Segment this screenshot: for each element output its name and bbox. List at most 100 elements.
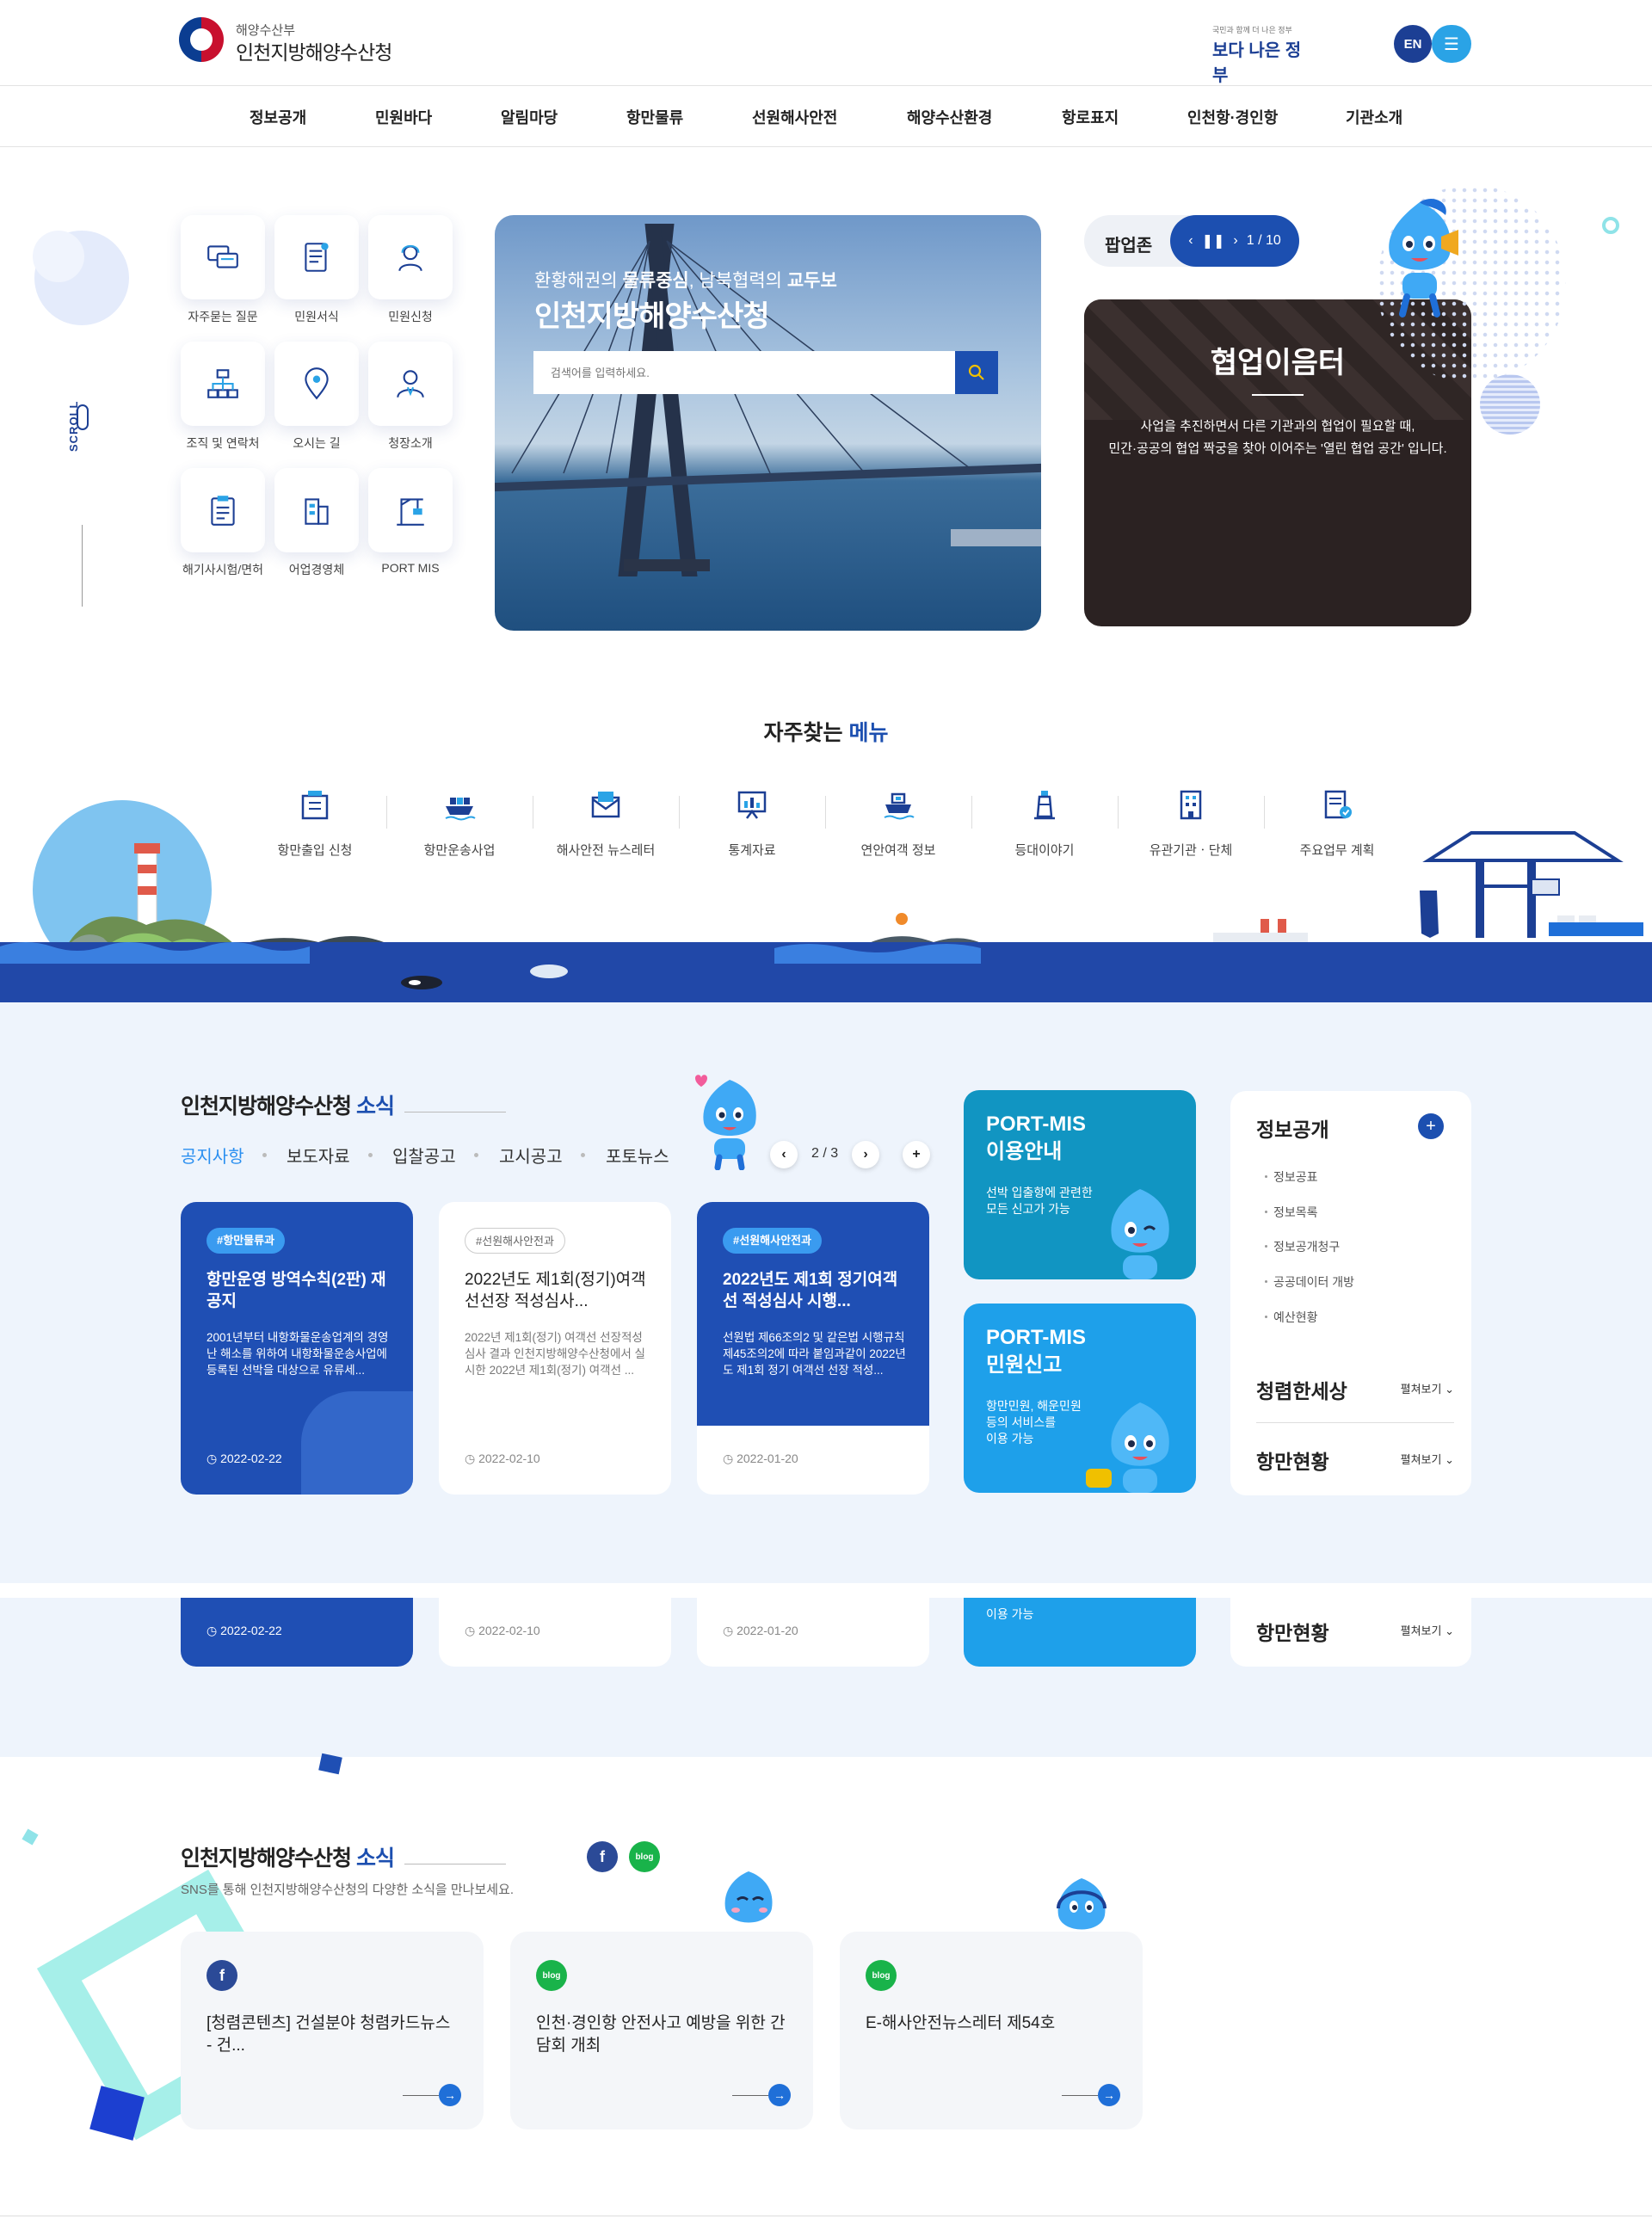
tab-separator xyxy=(474,1153,478,1157)
news-card-tag: #선원해사안전과 xyxy=(723,1228,822,1254)
arrow-right-icon[interactable]: → xyxy=(1098,2084,1120,2106)
quick-label-exam-license: 해기사시험/면허 xyxy=(182,563,264,576)
hamburger-menu-icon[interactable]: ☰ xyxy=(1432,25,1471,63)
news-more-plus-button[interactable]: + xyxy=(903,1141,930,1168)
news-card-date: ◷ 2022-02-10 xyxy=(465,1624,540,1637)
chart-board-icon xyxy=(737,791,767,819)
freq-item-lighthouse-story[interactable]: 등대이야기 xyxy=(971,787,1118,859)
frequent-menu-title: 자주찾는 메뉴 xyxy=(763,721,889,745)
blog-icon: blog xyxy=(536,1960,567,1991)
blog-icon[interactable]: blog xyxy=(629,1841,660,1872)
news-card-tag: #선원해사안전과 xyxy=(465,1228,565,1254)
tab-photo-news[interactable]: 포토뉴스 xyxy=(606,1143,669,1168)
mascot-heart-character xyxy=(695,1075,756,1170)
news-next-button[interactable]: › xyxy=(852,1141,879,1168)
arrow-line xyxy=(403,2095,439,2096)
sea-waves xyxy=(0,942,981,964)
quick-item-fishery[interactable] xyxy=(274,468,359,552)
decor-square xyxy=(318,1753,342,1775)
news-card-title: 2022년도 제1회(정기)여객선선장 적성심사... xyxy=(465,1271,646,1310)
info-row-expand[interactable]: 펼쳐보기 ⌄ xyxy=(1401,1451,1454,1467)
popup-prev-button[interactable]: ‹ xyxy=(1188,233,1193,249)
tab-announcement[interactable]: 고시공고 xyxy=(499,1143,563,1168)
info-card-title[interactable]: 정보공개 xyxy=(1256,1113,1329,1143)
tab-press[interactable]: 보도자료 xyxy=(287,1143,350,1168)
bridge-base xyxy=(624,559,710,571)
nav-item-info-disclosure[interactable]: 정보공개 xyxy=(250,106,306,128)
mail-icon xyxy=(591,792,620,818)
port-mis-guide-card[interactable]: PORT-MIS 이용안내 선박 입출항에 관련한 모든 신고가 가능 xyxy=(964,1090,1196,1279)
search-input[interactable] xyxy=(533,351,955,394)
quick-item-commissioner[interactable] xyxy=(368,342,453,426)
nav-item-about[interactable]: 기관소개 xyxy=(1346,106,1402,128)
freq-item-ferry-info[interactable]: 연안여객 정보 xyxy=(825,787,971,859)
nav-item-maritime-safety[interactable]: 선원해사안전 xyxy=(752,106,837,128)
nav-item-marine-environment[interactable]: 해양수산환경 xyxy=(907,106,992,128)
arrow-right-icon[interactable]: → xyxy=(768,2084,791,2106)
orca-illustration xyxy=(401,976,442,989)
freq-item-work-plan[interactable]: 주요업무 계획 xyxy=(1264,787,1410,859)
news-card-2[interactable]: #선원해사안전과 2022년도 제1회(정기)여객선선장 적성심사... 202… xyxy=(439,1202,671,1495)
popup-pause-button[interactable]: ❚❚ xyxy=(1202,232,1225,250)
main-navigation: 정보공개 민원바다 알림마당 항만물류 선원해사안전 해양수산환경 항로표지 인… xyxy=(0,87,1652,147)
nav-item-aids-to-navigation[interactable]: 항로표지 xyxy=(1062,106,1119,128)
quick-item-port-mis[interactable] xyxy=(368,468,453,552)
arrow-right-icon[interactable]: → xyxy=(439,2084,461,2106)
mascot-phone-character xyxy=(1086,1402,1169,1493)
info-disclosure-card: 정보공개 + 정보공표 정보목록 정보공개청구 공공데이터 개방 예산현황 청렴… xyxy=(1230,1091,1471,1495)
tab-separator xyxy=(368,1153,373,1157)
port-card-desc: 항만민원, 해운민원 등의 서비스를 이용 가능 xyxy=(986,1399,1082,1445)
popup-next-button[interactable]: › xyxy=(1233,233,1237,249)
government-emblem-logo[interactable] xyxy=(179,17,224,62)
info-link-budget[interactable]: 예산현황 xyxy=(1265,1309,1318,1326)
mascot-watermark xyxy=(301,1391,413,1495)
news-card-3[interactable]: #선원해사안전과 2022년도 제1회 정기여객선 적성심사 시행... 선원법… xyxy=(697,1202,929,1495)
info-link-list[interactable]: 정보목록 xyxy=(1265,1204,1318,1221)
info-row-expand[interactable]: 펼쳐보기 ⌄ xyxy=(1401,1380,1454,1396)
document-icon xyxy=(305,243,329,272)
tab-bid[interactable]: 입찰공고 xyxy=(392,1143,456,1168)
search-button[interactable] xyxy=(955,351,998,394)
freq-item-port-transport[interactable]: 항만운송사업 xyxy=(386,787,533,859)
quick-label-civil-apply: 민원신청 xyxy=(388,310,433,324)
quick-item-faq[interactable] xyxy=(181,215,265,299)
info-link-request[interactable]: 정보공개청구 xyxy=(1264,1238,1340,1255)
info-link-public-data[interactable]: 공공데이터 개방 xyxy=(1264,1273,1354,1291)
quick-item-organization[interactable] xyxy=(181,342,265,426)
clock-icon: ◷ xyxy=(723,1451,734,1465)
freq-item-statistics[interactable]: 통계자료 xyxy=(679,787,825,859)
nav-item-notices[interactable]: 알림마당 xyxy=(501,106,558,128)
news-section-title: 인천지방해양수산청 소식 xyxy=(181,1094,395,1119)
news-prev-button[interactable]: ‹ xyxy=(770,1141,798,1168)
clock-icon: ◷ xyxy=(206,1624,218,1637)
freq-item-related-agencies[interactable]: 유관기관ㆍ단체 xyxy=(1118,787,1264,859)
sns-card-3[interactable]: blog E-해사안전뉴스레터 제54호 → xyxy=(840,1932,1143,2129)
facebook-icon[interactable]: f xyxy=(587,1841,618,1872)
news-card-date: ◷ 2022-02-10 xyxy=(465,1451,540,1465)
english-language-button[interactable]: EN xyxy=(1394,25,1432,63)
news-card-1[interactable]: #항만물류과 항만운영 방역수칙(2판) 재공지 2001년부터 내항화물운송업… xyxy=(181,1202,413,1495)
freq-label-port-transport: 항만운송사업 xyxy=(423,843,496,858)
map-pin-icon xyxy=(305,367,329,400)
office-building-icon xyxy=(1180,790,1202,820)
port-mis-civil-card[interactable]: PORT-MIS 민원신고 항만민원, 해운민원 등의 서비스를 이용 가능 xyxy=(964,1304,1196,1493)
quick-item-forms[interactable] xyxy=(274,215,359,299)
city-skyline xyxy=(951,529,1041,546)
freq-item-port-access[interactable]: 항만출입 신청 xyxy=(242,787,388,859)
nav-item-port-logistics[interactable]: 항만물류 xyxy=(626,106,683,128)
freq-label-lighthouse-story: 등대이야기 xyxy=(1014,843,1075,858)
info-plus-button[interactable]: + xyxy=(1418,1113,1444,1139)
quick-item-civil-apply[interactable] xyxy=(368,215,453,299)
sns-card-2[interactable]: blog 인천·경인항 안전사고 예방을 위한 간담회 개최 → xyxy=(510,1932,813,2129)
quick-item-directions[interactable] xyxy=(274,342,359,426)
building-icon xyxy=(305,498,329,525)
nav-item-civil-service[interactable]: 민원바다 xyxy=(375,106,432,128)
logo-org-name[interactable]: 인천지방해양수산청 xyxy=(236,36,392,65)
info-link-publication[interactable]: 정보공표 xyxy=(1265,1168,1318,1186)
nav-item-incheon-port[interactable]: 인천항·경인항 xyxy=(1187,106,1278,128)
freq-item-safety-newsletter[interactable]: 해사안전 뉴스레터 xyxy=(533,787,679,859)
sns-card-1[interactable]: f [청렴콘텐츠] 건설분야 청렴카드뉴스 - 건... → xyxy=(181,1932,484,2129)
better-government-logo[interactable]: 국민과 함께 더 나은 정부 보다 나은 정부 xyxy=(1209,21,1312,85)
tab-notice[interactable]: 공지사항 xyxy=(181,1143,244,1168)
quick-item-exam-license[interactable] xyxy=(181,468,265,552)
